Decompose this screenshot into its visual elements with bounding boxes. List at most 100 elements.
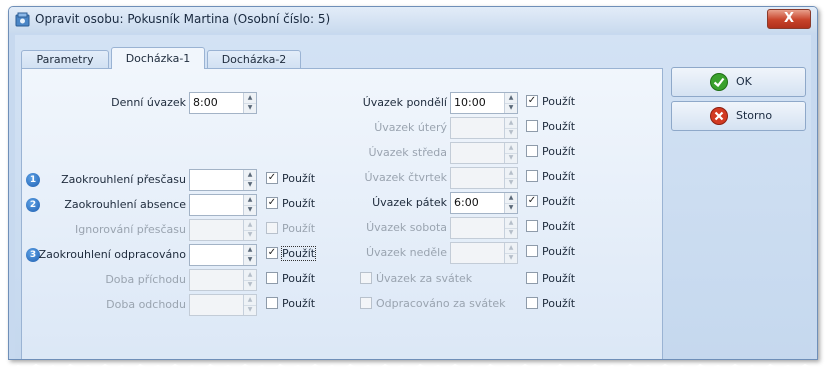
spin-down-icon[interactable]: ▼	[505, 128, 517, 138]
pouzit-checkbox-pondeli[interactable]: ✓ Použít	[526, 95, 575, 109]
checkbox-unchecked-icon	[526, 170, 538, 182]
pouzit-checkbox-prescas[interactable]: ✓ Použít	[266, 172, 315, 186]
pouzit-label: Použít	[542, 245, 576, 258]
pouzit-checkbox-prichod[interactable]: Použít	[266, 272, 315, 286]
checkbox-checked-icon: ✓	[526, 95, 538, 107]
checkbox-unchecked-icon	[266, 297, 278, 309]
checkbox-unchecked-icon	[526, 220, 538, 232]
denni-uvazek-value: 8:00	[193, 96, 218, 109]
uvazek-streda-label: Úvazek středa	[368, 146, 447, 159]
tab-dochazka-1[interactable]: Docházka-1	[111, 47, 205, 69]
spin-down-icon[interactable]: ▼	[244, 280, 256, 290]
uvazek-ctvrtek-input[interactable]: ▲ ▼	[450, 167, 518, 189]
doba-odchodu-label: Doba odchodu	[106, 298, 186, 311]
uvazek-utery-input[interactable]: ▲ ▼	[450, 117, 518, 139]
spin-down-icon[interactable]: ▼	[244, 255, 256, 265]
pouzit-checkbox-odchod[interactable]: Použít	[266, 297, 315, 311]
tab-panel-dochazka-1: Denní úvazek 8:00 ▲ ▼ 1 Zaokrouhlení přes…	[21, 68, 663, 359]
spin-down-icon[interactable]: ▼	[505, 203, 517, 213]
pouzit-checkbox-nedele[interactable]: Použít	[526, 245, 575, 259]
pouzit-label: Použít	[542, 297, 576, 310]
spin-down-icon[interactable]: ▼	[505, 228, 517, 238]
spin-down-icon[interactable]: ▼	[244, 205, 256, 215]
zaokrouhleni-absence-label: Zaokrouhlení absence	[64, 198, 186, 211]
spin-down-icon[interactable]: ▼	[505, 253, 517, 263]
pouzit-checkbox-absence[interactable]: ✓ Použít	[266, 197, 315, 211]
pouzit-checkbox-utery[interactable]: Použít	[526, 120, 575, 134]
zaokrouhleni-absence-input[interactable]: ▲ ▼	[189, 194, 257, 216]
zaokrouhleni-odpracovano-input[interactable]: ▲ ▼	[189, 244, 257, 266]
cancel-button[interactable]: Storno	[671, 101, 806, 131]
checkbox-unchecked-icon	[526, 245, 538, 257]
dialog-content: Parametry Docházka-1 Docházka-2 Denní úv…	[15, 35, 811, 359]
checkbox-checked-icon: ✓	[266, 247, 278, 259]
ignorovani-prescasu-input[interactable]: ▲ ▼	[189, 219, 257, 241]
pouzit-checkbox-odpracovano-svatek[interactable]: Použít	[526, 297, 575, 311]
ok-check-icon	[710, 73, 728, 91]
pouzit-label: Použít	[282, 272, 316, 285]
spin-down-icon[interactable]: ▼	[244, 180, 256, 190]
uvazek-ctvrtek-label: Úvazek čtvrtek	[364, 171, 447, 184]
uvazek-streda-input[interactable]: ▲ ▼	[450, 142, 518, 164]
pouzit-label: Použít	[542, 220, 576, 233]
pouzit-label: Použít	[280, 246, 317, 261]
doba-odchodu-input[interactable]: ▲ ▼	[189, 294, 257, 316]
checkbox-unchecked-icon	[526, 145, 538, 157]
close-icon: X	[783, 11, 795, 26]
ok-button[interactable]: OK	[671, 67, 806, 97]
app-icon	[15, 12, 30, 27]
checkbox-checked-icon: ✓	[526, 195, 538, 207]
uvazek-pondeli-value: 10:00	[454, 96, 486, 109]
pouzit-label: Použít	[282, 297, 316, 310]
doba-prichodu-input[interactable]: ▲ ▼	[189, 269, 257, 291]
uvazek-pondeli-input[interactable]: 10:00 ▲ ▼	[450, 92, 518, 114]
pouzit-label: Použít	[282, 222, 316, 235]
pouzit-checkbox-sobota[interactable]: Použít	[526, 220, 575, 234]
uvazek-pondeli-label: Úvazek pondělí	[362, 96, 447, 109]
uvazek-patek-value: 6:00	[454, 196, 479, 209]
denni-uvazek-input[interactable]: 8:00 ▲ ▼	[189, 92, 257, 114]
close-button[interactable]: X	[767, 9, 811, 29]
spin-down-icon[interactable]: ▼	[244, 305, 256, 315]
pouzit-checkbox-ignorovani[interactable]: Použít	[266, 222, 315, 236]
uvazek-patek-input[interactable]: 6:00 ▲ ▼	[450, 192, 518, 214]
spin-down-icon[interactable]: ▼	[505, 178, 517, 188]
pouzit-checkbox-ctvrtek[interactable]: Použít	[526, 170, 575, 184]
pouzit-label: Použít	[542, 145, 576, 158]
zaokrouhleni-prescasu-input[interactable]: ▲ ▼	[189, 169, 257, 191]
pouzit-checkbox-uvazek-svatek[interactable]: Použít	[526, 272, 575, 286]
pouzit-checkbox-streda[interactable]: Použít	[526, 145, 575, 159]
ok-button-label: OK	[736, 75, 752, 88]
checkbox-unchecked-icon	[266, 222, 278, 234]
pouzit-label: Použít	[282, 172, 316, 185]
tab-parametry[interactable]: Parametry	[21, 50, 109, 69]
spin-down-icon[interactable]: ▼	[244, 103, 256, 113]
uvazek-sobota-input[interactable]: ▲ ▼	[450, 217, 518, 239]
zaokrouhleni-odpracovano-label: Zaokrouhlení odpracováno	[38, 248, 186, 261]
spin-down-icon[interactable]: ▼	[244, 230, 256, 240]
odpracovano-za-svatek-label: Odpracováno za svátek	[376, 297, 506, 310]
checkbox-unchecked-icon	[266, 272, 278, 284]
title-bar[interactable]: Opravit osobu: Pokusník Martina (Osobní …	[9, 7, 817, 33]
uvazek-nedele-label: Úvazek neděle	[365, 246, 447, 259]
uvazek-patek-label: Úvazek pátek	[372, 196, 447, 209]
tab-dochazka-2[interactable]: Docházka-2	[207, 50, 301, 69]
spin-down-icon[interactable]: ▼	[505, 153, 517, 163]
window-title: Opravit osobu: Pokusník Martina (Osobní …	[35, 12, 331, 26]
spin-down-icon[interactable]: ▼	[505, 103, 517, 113]
uvazek-za-svatek-label: Úvazek za svátek	[376, 272, 473, 285]
ignorovani-prescasu-label: Ignorování přesčasu	[75, 223, 186, 236]
checkbox-unchecked-icon	[526, 272, 538, 284]
pouzit-label: Použít	[542, 120, 576, 133]
uvazek-utery-label: Úvazek úterý	[374, 121, 447, 134]
uvazek-nedele-input[interactable]: ▲ ▼	[450, 242, 518, 264]
checkbox-checked-icon: ✓	[266, 197, 278, 209]
uvazek-sobota-label: Úvazek sobota	[366, 221, 447, 234]
odpracovano-za-svatek-checkbox[interactable]: Odpracováno za svátek	[360, 297, 506, 311]
pouzit-label: Použít	[542, 272, 576, 285]
uvazek-za-svatek-checkbox[interactable]: Úvazek za svátek	[360, 272, 472, 286]
pouzit-label: Použít	[542, 95, 576, 108]
pouzit-checkbox-patek[interactable]: ✓ Použít	[526, 195, 575, 209]
dialog-window: Opravit osobu: Pokusník Martina (Osobní …	[8, 6, 818, 360]
pouzit-checkbox-odpracovano[interactable]: ✓ Použít	[266, 246, 317, 261]
